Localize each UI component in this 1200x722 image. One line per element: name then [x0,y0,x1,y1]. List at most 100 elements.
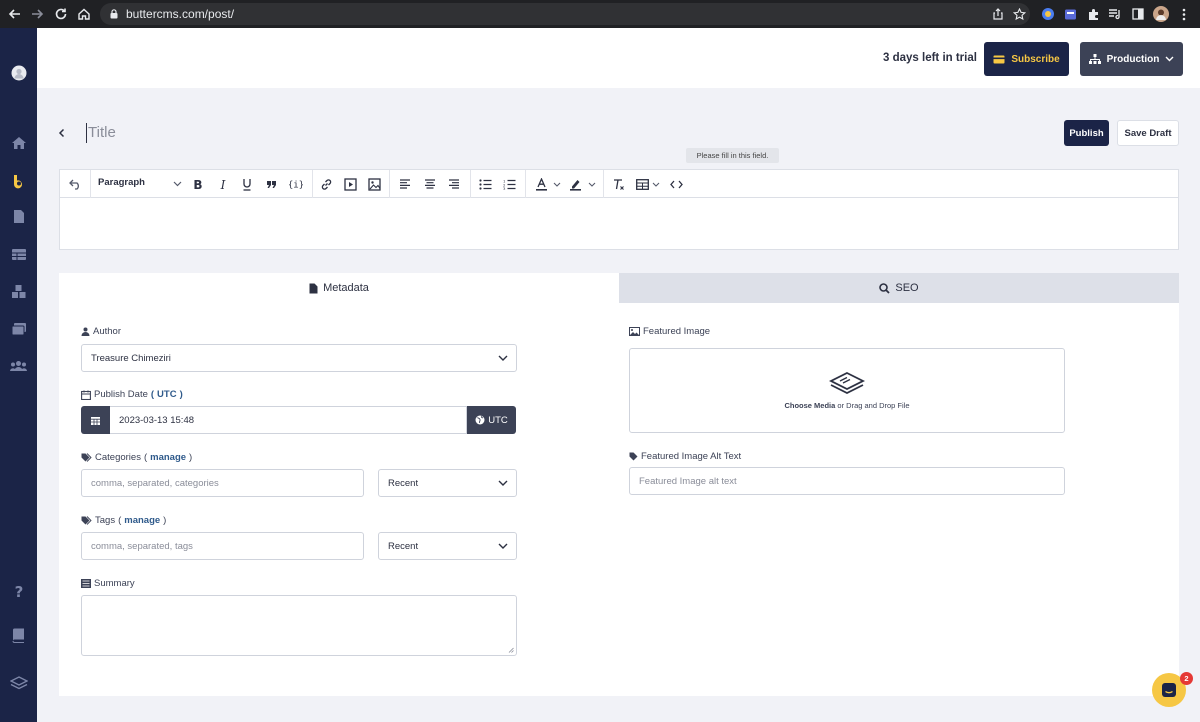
save-draft-button[interactable]: Save Draft [1117,120,1179,146]
featured-image-dropzone[interactable]: Choose Media or Drag and Drop File [629,348,1065,433]
butter-logo-icon[interactable] [9,171,28,190]
search-icon [879,282,891,294]
back-button[interactable] [58,125,70,141]
file-icon [309,283,318,294]
users-icon[interactable] [9,356,28,375]
url-text: buttercms.com/post/ [126,7,235,21]
author-label: Author [81,326,121,337]
quote-icon[interactable] [264,176,278,192]
dropzone-text: Choose Media or Drag and Drop File [784,401,909,410]
chevron-down-icon [498,480,508,486]
publish-date-utc-link[interactable]: UTC [157,389,177,400]
home-icon[interactable] [9,133,28,152]
book-icon[interactable] [9,626,28,645]
components-icon[interactable] [9,282,28,301]
layers-icon[interactable] [9,673,28,692]
title-input[interactable]: Title [86,123,116,143]
help-icon[interactable]: ? [9,581,28,600]
italic-icon[interactable]: I [217,176,229,192]
chat-icon [1161,682,1177,698]
tags-input[interactable]: comma, separated, tags [81,532,364,560]
forward-icon[interactable] [28,5,46,23]
bullet-list-icon[interactable] [478,176,492,192]
environment-dropdown[interactable]: Production [1080,42,1183,76]
tags-icon [81,453,92,462]
collections-icon[interactable] [9,245,28,264]
alt-text-input[interactable]: Featured Image alt text [629,467,1065,495]
lock-icon [110,9,118,19]
text-color-icon[interactable] [534,176,548,192]
timezone-button[interactable]: UTC [467,406,516,434]
date-picker-button[interactable] [81,406,110,434]
rich-text-editor[interactable]: Paragraph B I {i} [59,169,1179,250]
avatar[interactable] [9,63,28,82]
highlight-icon[interactable] [568,176,582,192]
user-icon [81,327,90,336]
calendar-icon [91,416,100,425]
reload-icon[interactable] [52,5,70,23]
author-select[interactable]: Treasure Chimeziri [81,344,517,372]
publish-date-label: Publish Date ( UTC ) [81,389,183,400]
resize-handle-icon[interactable] [508,647,514,653]
address-bar[interactable]: buttercms.com/post/ [100,3,1030,25]
tab-seo-label: SEO [895,282,919,294]
link-icon[interactable] [319,176,333,192]
categories-placeholder: comma, separated, categories [91,477,219,489]
categories-input[interactable]: comma, separated, categories [81,469,364,497]
credit-card-icon [993,55,1005,64]
trial-status: 3 days left in trial [883,52,977,64]
source-code-icon[interactable] [669,176,683,192]
chevron-down-icon[interactable] [587,176,597,192]
media-control-icon[interactable] [1107,6,1123,22]
svg-text:{i}: {i} [289,181,303,190]
chevron-down-icon[interactable] [172,176,182,192]
numbered-list-icon[interactable]: 123 [502,176,516,192]
publish-date-input[interactable]: 2023-03-13 15:48 [110,406,467,434]
app-header: 3 days left in trial Subscribe Productio… [37,28,1200,88]
puzzle-icon[interactable] [1085,6,1101,22]
sidebar-icon[interactable] [1130,6,1146,22]
align-center-icon[interactable] [423,176,437,192]
pages-icon[interactable] [9,207,28,226]
profile-avatar[interactable] [1153,6,1169,22]
tag-icon [81,516,92,525]
chevron-down-icon[interactable] [552,176,562,192]
subscribe-button[interactable]: Subscribe [984,42,1069,76]
media-extension-icon[interactable] [1062,6,1078,22]
tags-label-text: Tags [95,515,116,526]
kebab-menu-icon[interactable] [1176,6,1192,22]
video-icon[interactable] [343,176,357,192]
categories-sort-value: Recent [388,477,419,489]
table-icon[interactable] [635,176,649,192]
list-icon [81,579,91,588]
tab-metadata[interactable]: Metadata [59,273,619,303]
extension-icon[interactable] [1040,6,1056,22]
tags-placeholder: comma, separated, tags [91,540,193,552]
clear-format-icon[interactable] [611,176,625,192]
chevron-down-icon[interactable] [651,176,661,192]
code-block-icon[interactable]: {i} [288,176,304,192]
tab-seo[interactable]: SEO [619,273,1179,303]
undo-icon[interactable] [67,176,83,192]
summary-textarea[interactable] [81,595,517,656]
choose-media-link[interactable]: Choose Media [784,401,835,410]
align-right-icon[interactable] [447,176,461,192]
underline-icon[interactable] [241,176,253,192]
block-format-dropdown[interactable]: Paragraph [98,177,145,188]
tags-manage-link[interactable]: manage [124,515,160,526]
back-icon[interactable] [6,5,24,23]
bold-icon[interactable]: B [192,176,204,192]
share-icon[interactable] [990,6,1006,22]
tag-icon [629,452,638,461]
image-icon[interactable] [367,176,381,192]
alt-text-label: Featured Image Alt Text [629,451,741,462]
publish-button[interactable]: Publish [1064,120,1109,146]
categories-sort-select[interactable]: Recent [378,469,517,497]
media-icon[interactable] [9,319,28,338]
home-icon[interactable] [75,5,93,23]
tags-label: Tags (manage) [81,515,166,526]
categories-manage-link[interactable]: manage [150,452,186,463]
align-left-icon[interactable] [398,176,412,192]
star-icon[interactable] [1011,6,1027,22]
tags-sort-select[interactable]: Recent [378,532,517,560]
